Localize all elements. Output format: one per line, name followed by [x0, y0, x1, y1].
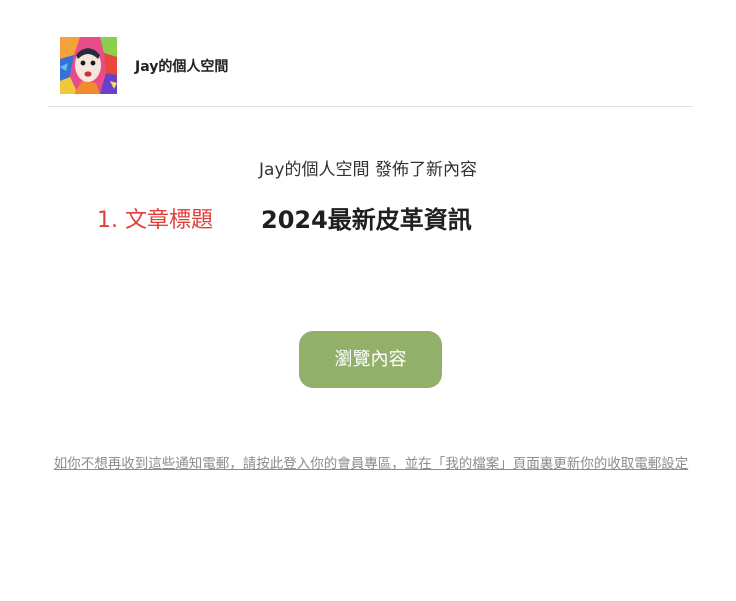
email-page: Jay的個人空間 Jay的個人空間 發佈了新內容 1. 文章標題 2024最新皮…: [0, 0, 736, 601]
site-name: Jay的個人空間: [135, 59, 229, 75]
published-notice: Jay的個人空間 發佈了新內容: [259, 160, 477, 180]
article-title-annotation: 1. 文章標題: [97, 208, 213, 233]
email-header: Jay的個人空間: [48, 0, 693, 107]
view-content-button[interactable]: 瀏覽內容: [299, 331, 442, 388]
article-title: 2024最新皮革資訊: [261, 206, 472, 234]
site-avatar: [60, 37, 117, 94]
unsubscribe-link[interactable]: 如你不想再收到這些通知電郵，請按此登入你的會員專區，並在「我的檔案」頁面裏更新你…: [46, 450, 696, 479]
abstract-portrait-avatar-icon: [60, 37, 117, 94]
